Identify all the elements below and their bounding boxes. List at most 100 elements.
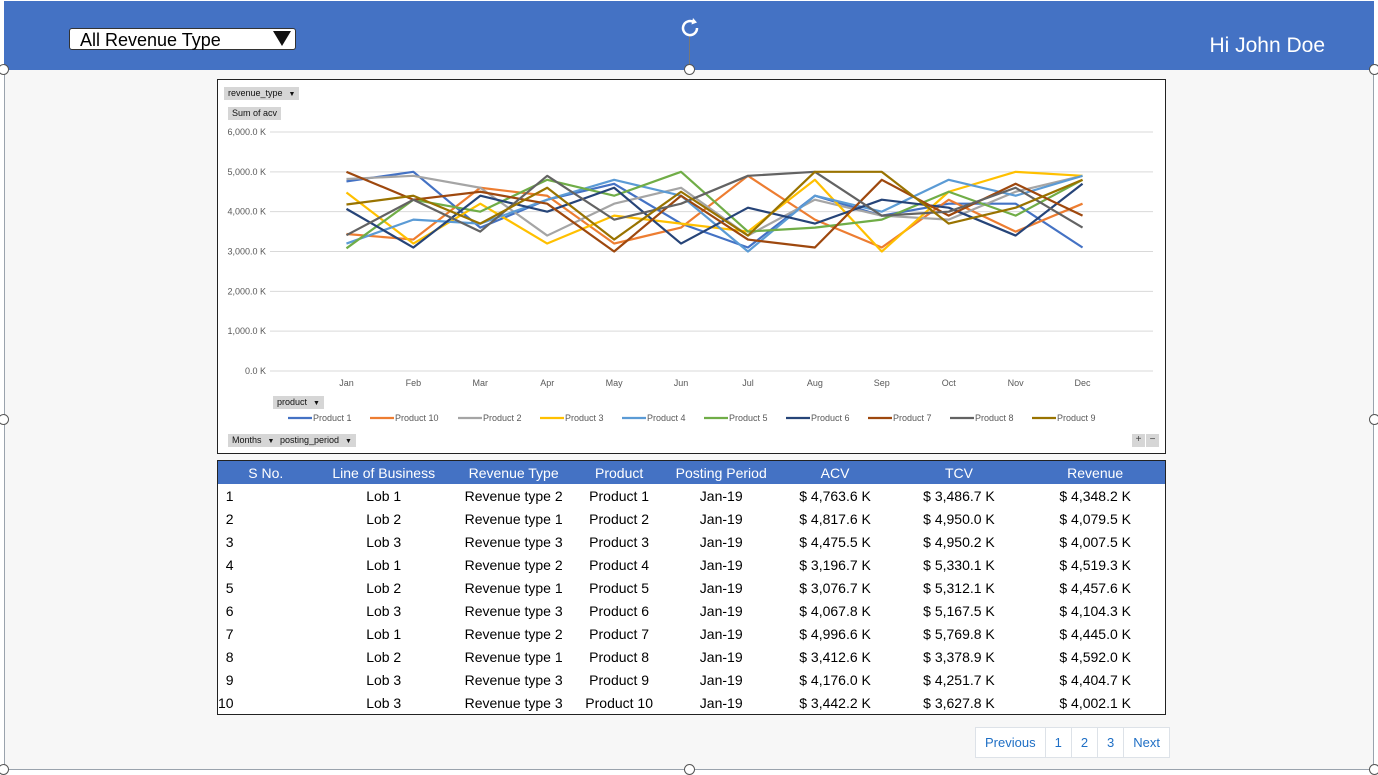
table-cell: Product 4: [589, 556, 650, 573]
table-row: 7 Lob 1 Revenue type 2 Product 7 Jan-19 $ 4,9…: [218, 623, 1165, 646]
table-cell: Lob 2: [366, 649, 402, 666]
dropdown-arrow-icon: [273, 31, 291, 46]
y-tick-label: 2,000.0 K: [227, 286, 266, 296]
table-cell: $ 5,769.8 K: [923, 626, 995, 643]
table-cell: Lob 1: [366, 626, 402, 643]
x-tick-label: Oct: [942, 378, 957, 388]
column-header: Line of Business: [332, 464, 436, 481]
table-row: 1 Lob 1 Revenue type 2 Product 1 Jan-19 $ 4,7…: [218, 484, 1165, 507]
table-cell: Revenue type 1: [464, 579, 563, 596]
x-tick-label: Dec: [1075, 378, 1092, 388]
table-row: 9 Lob 3 Revenue type 3 Product 9 Jan-19 $ 4,1…: [218, 669, 1165, 692]
user-greeting: Hi John Doe: [1209, 34, 1325, 57]
table-body: 1 Lob 1 Revenue type 2 Product 1 Jan-19 $ 4,7…: [218, 484, 1165, 715]
rotate-icon[interactable]: [678, 16, 702, 40]
table-row: 4 Lob 1 Revenue type 2 Product 4 Jan-19 $ 3,1…: [218, 553, 1165, 576]
table-cell: Jan-19: [699, 603, 743, 620]
pagination-page-3[interactable]: 3: [1098, 728, 1125, 757]
legend-item: Product 2: [458, 413, 522, 423]
legend-label: Product 7: [893, 413, 932, 423]
column-header: Revenue Type: [468, 464, 559, 481]
table-cell: $ 4,763.6 K: [799, 487, 871, 504]
revenue-type-dropdown[interactable]: All Revenue Type: [69, 28, 296, 50]
table-cell: 9: [225, 672, 234, 689]
table-row: 2 Lob 2 Revenue type 1 Product 2 Jan-19 $ 4,8…: [218, 507, 1165, 530]
resize-handle-top-right[interactable]: [1369, 64, 1378, 75]
legend-label: Product 9: [1057, 413, 1096, 423]
table-cell: $ 4,950.2 K: [923, 533, 995, 550]
table-cell: Lob 3: [366, 603, 402, 620]
table-cell: $ 4,176.0 K: [799, 672, 871, 689]
resize-handle-bottom-right[interactable]: [1369, 764, 1378, 775]
line-chart: 0.0 K 1,000.0 K 2,000.0 K 3,000.0 K 4,000.0 …: [227, 127, 1153, 423]
table-cell: Revenue type 2: [464, 487, 563, 504]
pagination-page-1[interactable]: 1: [1046, 728, 1072, 757]
table-cell: $ 4,519.3 K: [1059, 556, 1131, 573]
legend-label: Product 10: [395, 413, 439, 423]
table-cell: $ 5,312.1 K: [923, 579, 995, 596]
table-cell: Lob 1: [366, 556, 402, 573]
table-row: 8 Lob 2 Revenue type 1 Product 8 Jan-19 $ 3,4…: [218, 646, 1165, 669]
table-cell: 8: [225, 649, 234, 666]
table-cell: Product 2: [589, 510, 650, 527]
table-cell: Lob 3: [366, 695, 402, 712]
table-cell: Revenue type 3: [464, 695, 563, 712]
table-cell: Jan-19: [699, 626, 743, 643]
x-tick-label: Apr: [540, 378, 554, 388]
legend-label: Product 3: [565, 413, 604, 423]
table-cell: $ 3,627.8 K: [923, 695, 995, 712]
legend-item: Product 3: [540, 413, 604, 423]
table-cell: $ 4,007.5 K: [1059, 533, 1131, 550]
resize-handle-right[interactable]: [1369, 414, 1378, 425]
table-row: 3 Lob 3 Revenue type 3 Product 3 Jan-19 $ 4,4…: [218, 530, 1165, 553]
legend-item: Product 10: [370, 413, 439, 423]
legend-item: Product 8: [950, 413, 1014, 423]
column-header: S No.: [248, 464, 284, 481]
table-cell: Product 7: [589, 626, 650, 643]
x-tick-label: Feb: [406, 378, 422, 388]
pagination-next[interactable]: Next: [1124, 728, 1169, 757]
pagination-previous[interactable]: Previous: [976, 728, 1046, 757]
legend-label: Product 8: [975, 413, 1014, 423]
table-cell: $ 4,002.1 K: [1059, 695, 1131, 712]
table-cell: Revenue type 1: [464, 649, 563, 666]
resize-handle-bottom[interactable]: [684, 764, 695, 775]
y-tick-label: 3,000.0 K: [227, 247, 266, 257]
table-cell: $ 4,475.5 K: [799, 533, 871, 550]
legend-label: Product 2: [483, 413, 522, 423]
revenue-table: S No. Line of Business Revenue Type Product…: [218, 461, 1165, 715]
table-cell: Lob 3: [366, 672, 402, 689]
table-cell: $ 4,457.6 K: [1059, 579, 1131, 596]
table-cell: 4: [225, 556, 234, 573]
y-tick-label: 0.0 K: [245, 366, 266, 376]
table-cell: Lob 3: [366, 533, 402, 550]
table-cell: Lob 1: [366, 487, 402, 504]
table-cell: 10: [218, 695, 234, 712]
table-cell: Jan-19: [699, 695, 743, 712]
table-cell: Product 5: [589, 579, 650, 596]
legend-item: Product 1: [288, 413, 352, 423]
x-tick-label: Mar: [473, 378, 489, 388]
table-row: 5 Lob 2 Revenue type 1 Product 5 Jan-19 $ 3,0…: [218, 576, 1165, 599]
table-cell: $ 4,950.0 K: [923, 510, 995, 527]
table-cell: Revenue type 3: [464, 533, 563, 550]
legend-label: Product 5: [729, 413, 768, 423]
pivot-chart[interactable]: revenue_type ▼ Sum of acv product ▼ Months…: [217, 79, 1166, 454]
table-cell: Revenue type 3: [464, 672, 563, 689]
x-tick-label: Nov: [1008, 378, 1025, 388]
resize-handle-top[interactable]: [684, 64, 695, 75]
x-tick-label: Jul: [742, 378, 754, 388]
y-tick-label: 5,000.0 K: [227, 167, 266, 177]
table-cell: $ 5,167.5 K: [923, 603, 995, 620]
legend-item: Product 7: [868, 413, 932, 423]
x-tick-label: Aug: [807, 378, 823, 388]
table-cell: Jan-19: [699, 556, 743, 573]
table-cell: Lob 2: [366, 579, 402, 596]
table-cell: Product 6: [589, 603, 650, 620]
table-cell: Jan-19: [699, 510, 743, 527]
table-cell: Revenue type 2: [464, 626, 563, 643]
table-cell: $ 5,330.1 K: [923, 556, 995, 573]
table-cell: Jan-19: [699, 487, 743, 504]
resize-handle-bottom-left[interactable]: [0, 764, 9, 775]
pagination-page-2[interactable]: 2: [1072, 728, 1099, 757]
